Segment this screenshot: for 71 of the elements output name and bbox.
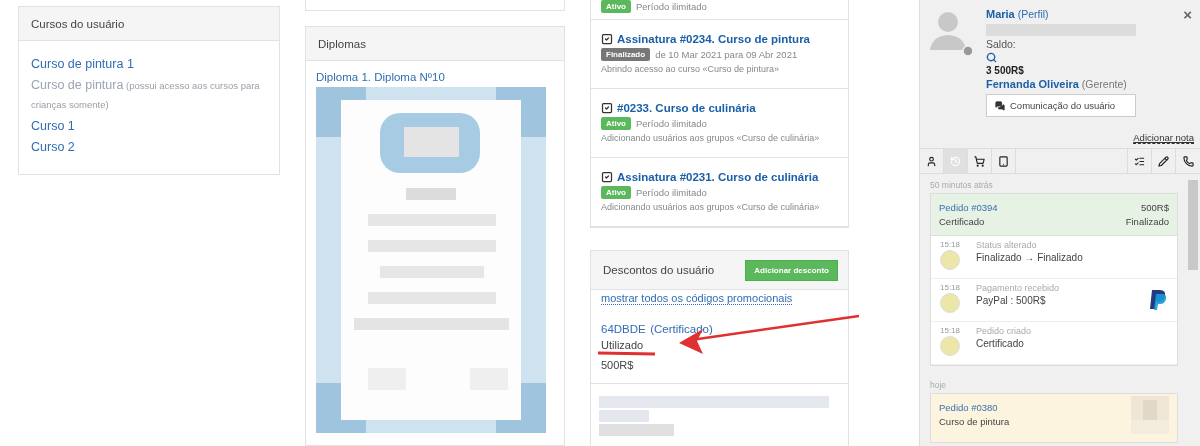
- history-icon: [950, 155, 961, 167]
- avatar-icon: [940, 250, 960, 270]
- subscription-description: Abrindo acesso ao curso «Curso de pintura»: [601, 64, 781, 74]
- close-button[interactable]: ×: [1183, 6, 1192, 23]
- balance-value: 3 500R$: [986, 65, 1025, 76]
- show-all-link[interactable]: mostrar todos os códigos promocionais: [601, 292, 793, 305]
- checkbox-icon: [601, 33, 613, 45]
- phone-icon: [1182, 155, 1194, 167]
- event-time: 15:18: [940, 326, 960, 335]
- promo-code-link[interactable]: 64DBDE: [601, 323, 646, 335]
- status-badge: Ativo: [601, 0, 631, 13]
- promo-amount: 500R$: [601, 358, 635, 373]
- card-title: Descontos do usuário: [603, 264, 715, 276]
- profile-link[interactable]: (Perfil): [1017, 8, 1049, 20]
- search-icon[interactable]: [986, 52, 997, 63]
- subscription-link[interactable]: #0233. Curso de culinária: [601, 102, 838, 114]
- balance-label: Saldo:: [986, 38, 1017, 50]
- event-title: Pedido criado: [976, 326, 1033, 336]
- course-link[interactable]: Curso de pintura 1: [31, 55, 267, 73]
- manager-link[interactable]: Fernanda Oliveira: [986, 78, 1079, 90]
- course-link[interactable]: Curso 2: [31, 138, 267, 156]
- event-title: Status alterado: [976, 240, 1038, 250]
- event-time: 15:18: [940, 283, 960, 292]
- order-amount: 500R$: [1141, 202, 1169, 213]
- user-name-link[interactable]: Maria: [986, 8, 1015, 20]
- order-title: Pedido #0380: [939, 402, 998, 413]
- order-product: Certificado: [939, 216, 985, 227]
- subscription-description: Adicionando usuários aos grupos «Curso de culinária»: [601, 133, 821, 143]
- course-link[interactable]: Curso 1: [31, 117, 267, 135]
- checkbox-icon: [601, 102, 613, 114]
- period-text: Período ilimitado: [636, 1, 707, 12]
- promo-code-note[interactable]: (Certificado): [650, 323, 713, 335]
- period-text: Período ilimitado: [636, 118, 707, 129]
- diploma-link[interactable]: Diploma 1. Diploma Nº10: [316, 71, 445, 83]
- event-detail: Certificado: [976, 338, 1025, 349]
- event-title: Pagamento recebido: [976, 283, 1061, 293]
- cart-icon: [974, 155, 985, 167]
- subscription-description: Adicionando usuários aos grupos «Curso de culinária»: [601, 202, 821, 212]
- manager-role: (Gerente): [1081, 78, 1127, 90]
- order-status: Finalizado: [1125, 216, 1169, 227]
- order-card[interactable]: Pedido #0380 Curso de pintura: [930, 393, 1178, 443]
- add-note-link[interactable]: Adicionar nota: [1133, 132, 1194, 144]
- period-text: de 10 Mar 2021 para 09 Abr 2021: [655, 49, 798, 60]
- avatar-icon: [940, 293, 960, 313]
- checklist-icon: [1134, 155, 1145, 167]
- payment-logo-icon: [1149, 289, 1167, 311]
- event-detail: PayPal : 500R$: [976, 295, 1047, 306]
- time-label: 50 minutos atrás: [930, 180, 994, 190]
- scrollbar-thumb[interactable]: [1188, 180, 1198, 270]
- period-text: Período ilimitado: [636, 187, 707, 198]
- chat-icon: [995, 100, 1005, 111]
- card-title: Diplomas: [318, 37, 366, 50]
- pencil-icon: [1158, 155, 1169, 167]
- status-badge: Ativo: [601, 117, 631, 130]
- order-card[interactable]: Pedido #0394 Certificado 500R$ Finalizado: [930, 193, 1178, 236]
- user-communication-button[interactable]: Comunicação do usuário: [986, 94, 1136, 117]
- order-product: Curso de pintura: [939, 416, 1010, 427]
- status-badge: Ativo: [601, 186, 631, 199]
- subscription-link[interactable]: Assinatura #0234. Curso de pintura: [601, 33, 838, 45]
- subscription-link[interactable]: Assinatura #0231. Curso de culinária: [601, 171, 838, 183]
- promo-status: Utilizado: [601, 338, 645, 353]
- event-detail: Finalizado → Finalizado: [976, 252, 1084, 263]
- user-icon: [926, 155, 937, 167]
- status-badge: Finalizado: [601, 48, 651, 61]
- avatar-icon: [940, 336, 960, 356]
- card-title: Cursos do usuário: [31, 17, 125, 30]
- redacted-text: [599, 410, 649, 422]
- tablet-icon: [998, 155, 1009, 167]
- event-time: 15:18: [940, 240, 960, 249]
- order-title: Pedido #0394: [939, 202, 998, 213]
- checkbox-icon: [601, 171, 613, 183]
